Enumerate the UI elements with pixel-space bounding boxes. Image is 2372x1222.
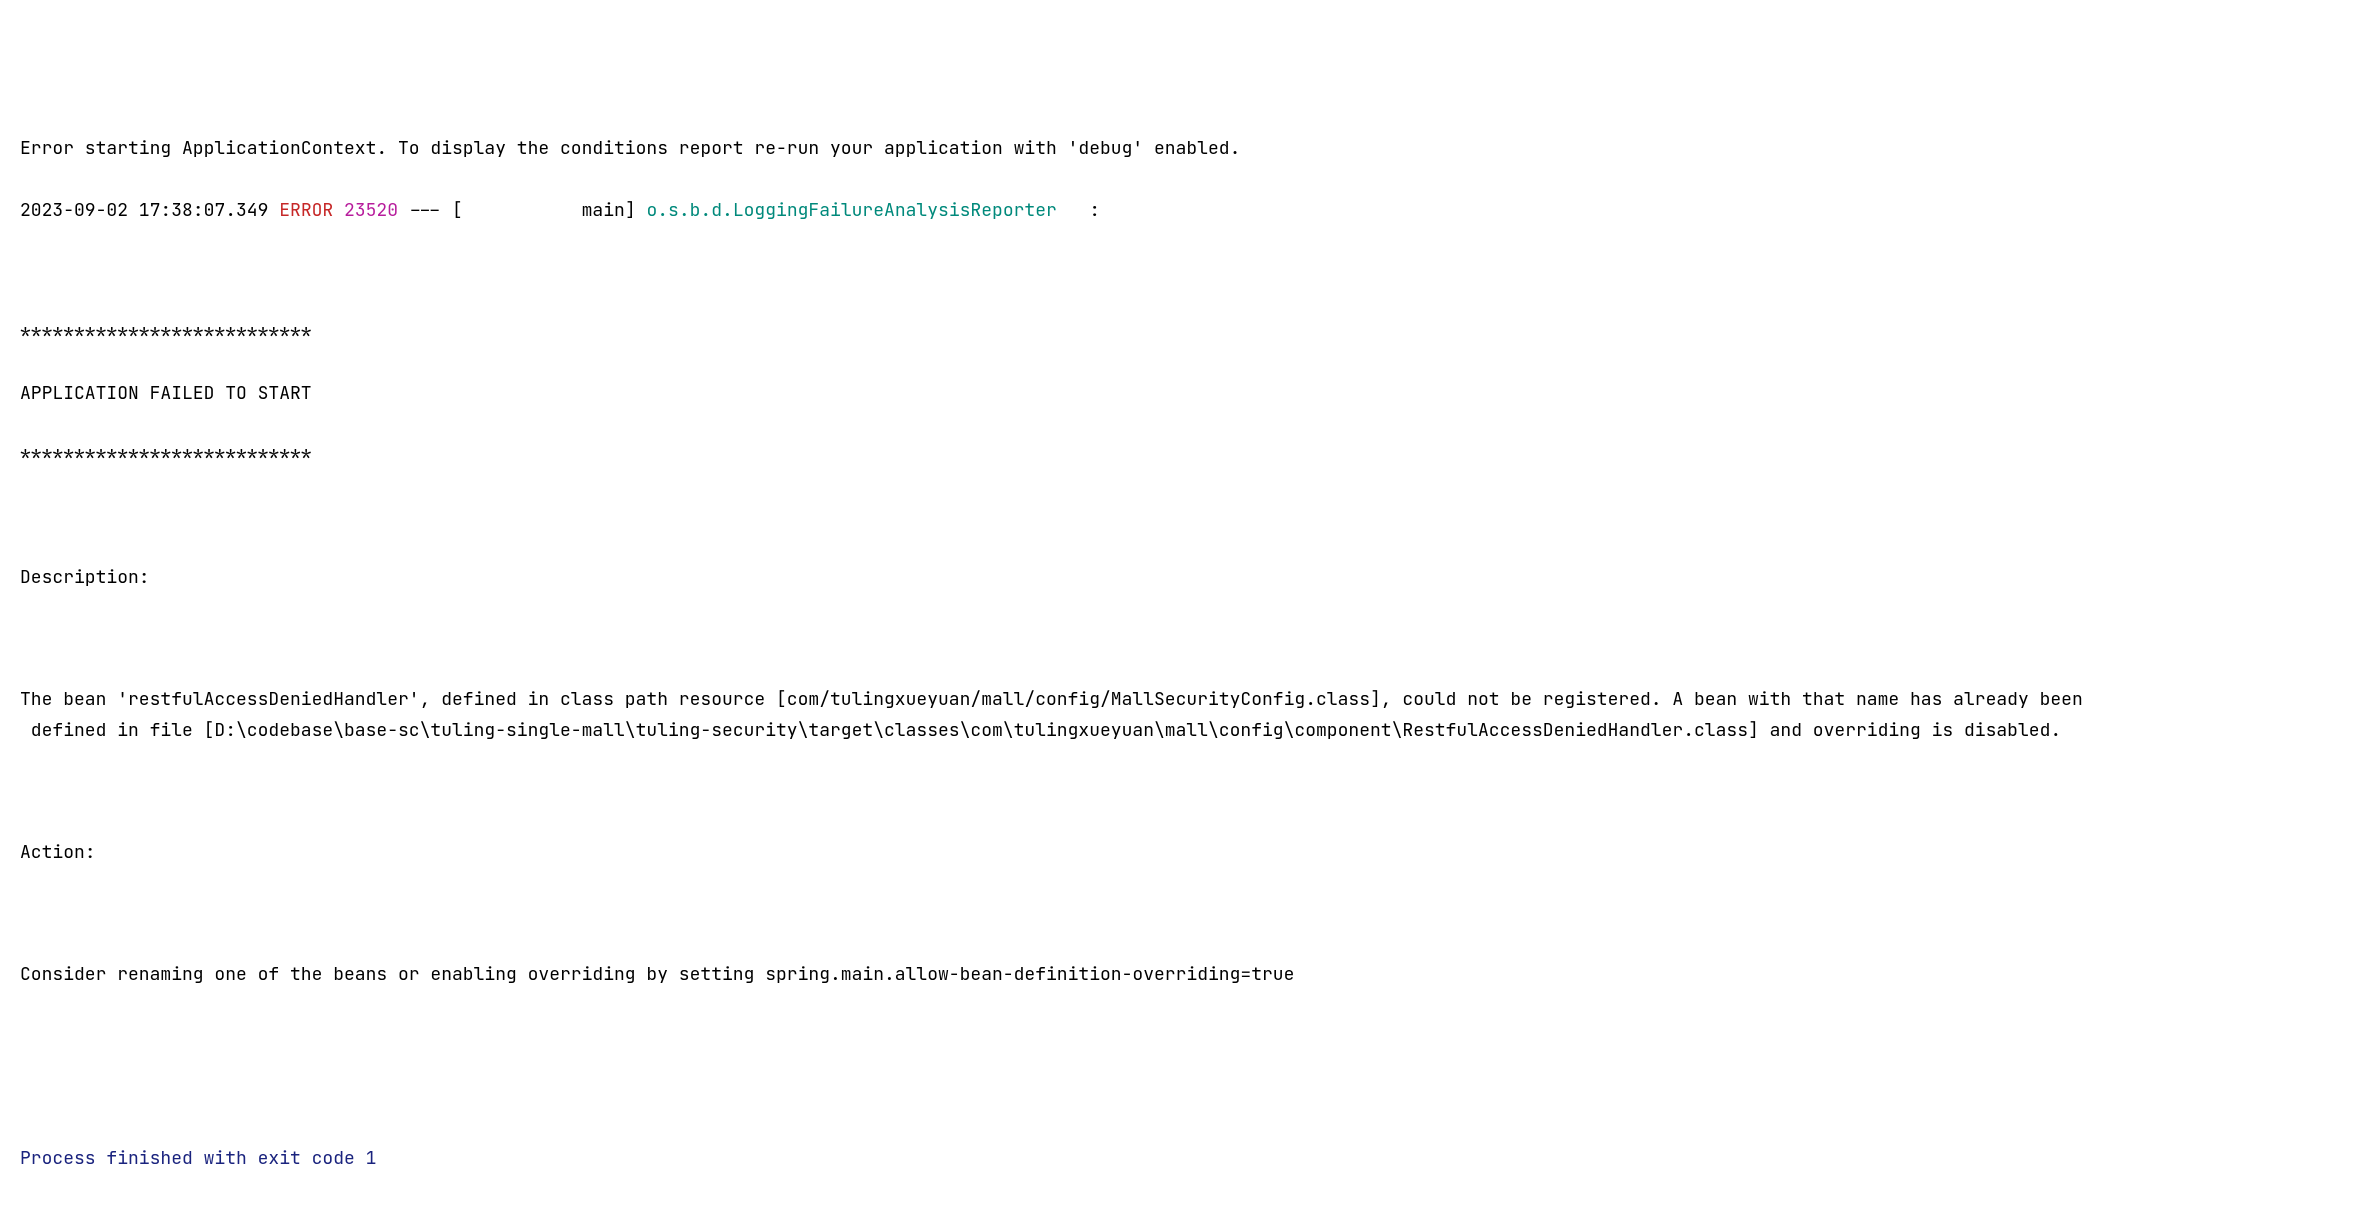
action-label: Action: (20, 838, 2352, 869)
description-text: The bean 'restfulAccessDeniedHandler', d… (20, 685, 2352, 746)
blank-line (20, 502, 2352, 533)
timestamp: 2023-09-02 17:38:07.349 (20, 199, 268, 222)
console-line-log-entry: 2023-09-02 17:38:07.349 ERROR 23520 --- … (20, 196, 2352, 227)
log-level-error: ERROR (279, 199, 333, 222)
blank-line (20, 1022, 2352, 1053)
description-label: Description: (20, 563, 2352, 594)
logger-suffix: : (1057, 199, 1100, 222)
blank-line (20, 899, 2352, 930)
blank-line (20, 1083, 2352, 1114)
application-failed-title: APPLICATION FAILED TO START (20, 379, 2352, 410)
logger-name: o.s.b.d.LoggingFailureAnalysisReporter (646, 199, 1056, 222)
process-exit-line: Process finished with exit code 1 (20, 1144, 2352, 1175)
blank-line (20, 257, 2352, 288)
separator-stars-bottom: *************************** (20, 440, 2352, 471)
process-id: 23520 (344, 199, 398, 222)
action-text: Consider renaming one of the beans or en… (20, 960, 2352, 991)
console-line-context-error: Error starting ApplicationContext. To di… (20, 134, 2352, 165)
blank-line (20, 624, 2352, 655)
separator-stars-top: *************************** (20, 318, 2352, 349)
thread-separator: --- [ main] (398, 199, 646, 222)
blank-line (20, 777, 2352, 808)
